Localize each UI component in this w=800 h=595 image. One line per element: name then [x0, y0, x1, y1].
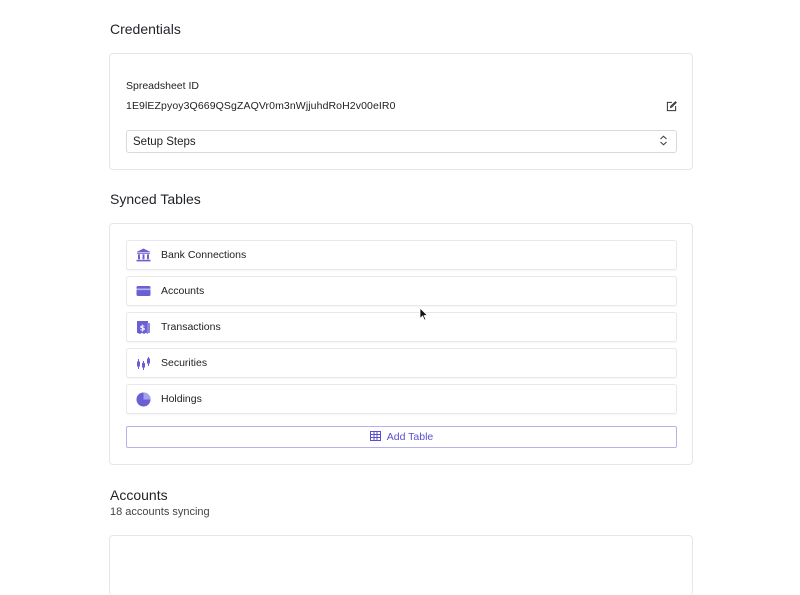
- credit-card-icon: [135, 283, 151, 299]
- table-item-holdings[interactable]: Holdings: [126, 384, 677, 414]
- bank-icon: [135, 247, 151, 263]
- table-item-label: Transactions: [161, 321, 221, 333]
- table-item-label: Bank Connections: [161, 249, 247, 261]
- mouse-cursor-icon: [419, 307, 429, 321]
- accounts-card: [109, 535, 693, 595]
- credentials-card: Spreadsheet ID 1E9lEZpyoy3Q669QSgZAQVr0m…: [109, 53, 693, 170]
- table-item-label: Securities: [161, 357, 208, 369]
- setup-steps-select[interactable]: Setup Steps: [126, 130, 677, 153]
- synced-tables-title: Synced Tables: [110, 191, 201, 207]
- svg-text:$: $: [139, 323, 145, 332]
- table-item-securities[interactable]: Securities: [126, 348, 677, 378]
- spreadsheet-id-label: Spreadsheet ID: [126, 80, 199, 92]
- table-item-label: Accounts: [161, 285, 205, 297]
- setup-steps-value: Setup Steps: [133, 135, 196, 148]
- pie-chart-icon: [135, 391, 151, 407]
- add-table-button[interactable]: Add Table: [126, 426, 677, 448]
- spreadsheet-id-value: 1E9lEZpyoy3Q669QSgZAQVr0m3nWjjuhdRoH2v00…: [126, 100, 396, 112]
- candlestick-icon: [135, 355, 151, 371]
- chevron-updown-icon: [659, 134, 668, 149]
- table-item-label: Holdings: [161, 393, 202, 405]
- table-grid-icon: [369, 430, 381, 444]
- synced-tables-card: Bank Connections Accounts $ Transactions: [109, 223, 693, 465]
- credentials-title: Credentials: [110, 21, 181, 37]
- edit-icon[interactable]: [664, 99, 678, 113]
- accounts-title: Accounts: [110, 487, 168, 503]
- add-table-label: Add Table: [386, 431, 434, 443]
- accounts-subtitle: 18 accounts syncing: [110, 506, 210, 518]
- table-item-transactions[interactable]: $ Transactions: [126, 312, 677, 342]
- receipt-dollar-icon: $: [135, 319, 151, 335]
- table-item-accounts[interactable]: Accounts: [126, 276, 677, 306]
- table-item-bank-connections[interactable]: Bank Connections: [126, 240, 677, 270]
